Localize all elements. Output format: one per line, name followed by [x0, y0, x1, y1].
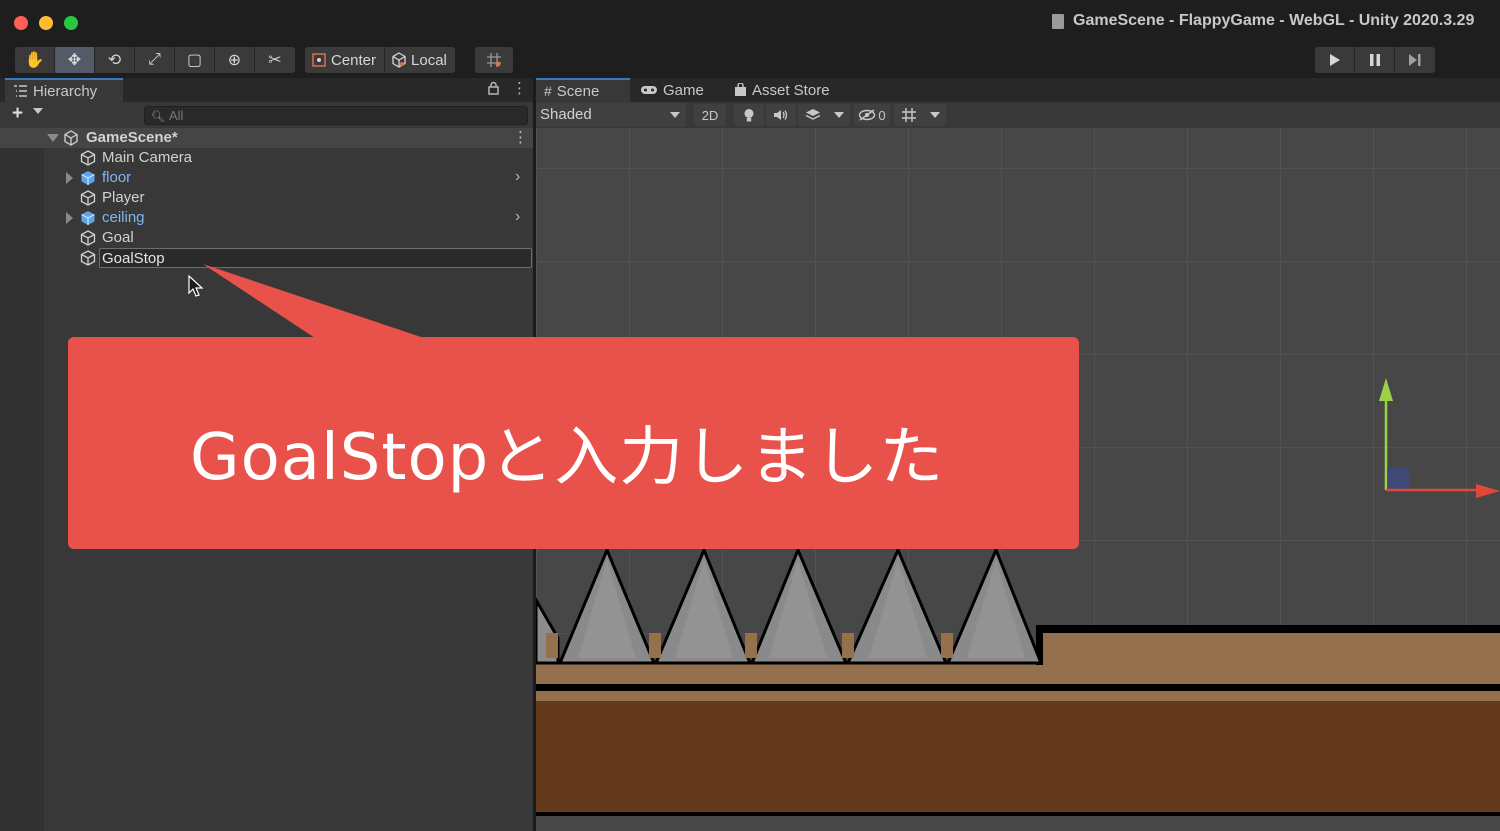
effects-layers-icon: [805, 109, 820, 120]
hidden-objects-toggle[interactable]: 0: [854, 104, 890, 126]
tab-game[interactable]: Game: [632, 78, 720, 102]
pause-button[interactable]: [1355, 47, 1395, 73]
callout-text: GoalStopと入力しました: [190, 421, 945, 495]
document-icon: [1052, 14, 1064, 29]
shopping-bag-icon: [735, 83, 746, 96]
tab-game-label: Game: [663, 81, 704, 99]
grid-icon: [901, 108, 916, 122]
step-icon: [1409, 54, 1421, 66]
play-controls: [1315, 47, 1435, 73]
play-button[interactable]: [1315, 47, 1355, 73]
tab-asset-store-label: Asset Store: [752, 81, 830, 99]
lighting-toggle[interactable]: [734, 104, 764, 126]
eye-slash-icon: [859, 109, 876, 121]
move-gizmo-icon: [1379, 378, 1500, 498]
callout-pointer: [203, 264, 430, 340]
grid-dropdown[interactable]: [894, 104, 946, 126]
toggle-2d-label: 2D: [701, 107, 719, 123]
scene-tabbar: # Scene Game Asset Store: [536, 78, 1500, 102]
window-title: GameScene - FlappyGame - WebGL - Unity 2…: [1073, 12, 1475, 29]
tab-asset-store[interactable]: Asset Store: [726, 78, 846, 102]
scene-view-controls: Shaded 2D 0: [536, 102, 1500, 128]
toggle-2d-button[interactable]: 2D: [694, 104, 726, 126]
audio-toggle[interactable]: [766, 104, 796, 126]
chevron-down-icon: [929, 112, 940, 118]
ground-trim-light: [536, 691, 1500, 701]
ground-strip-light: [536, 663, 1500, 684]
chevron-down-icon: [670, 112, 680, 118]
raised-ground-block: [1043, 633, 1500, 665]
play-icon: [1329, 54, 1340, 66]
lightbulb-icon: [744, 108, 754, 121]
pause-icon: [1369, 54, 1380, 66]
step-button[interactable]: [1395, 47, 1435, 73]
ground-dark: [536, 701, 1500, 812]
gamepad-icon: [641, 86, 657, 94]
spike-row: [536, 546, 1044, 665]
effects-dropdown[interactable]: [798, 104, 850, 126]
speaker-icon: [774, 110, 788, 120]
chevron-down-icon: [833, 112, 844, 118]
hidden-count: 0: [878, 107, 886, 123]
